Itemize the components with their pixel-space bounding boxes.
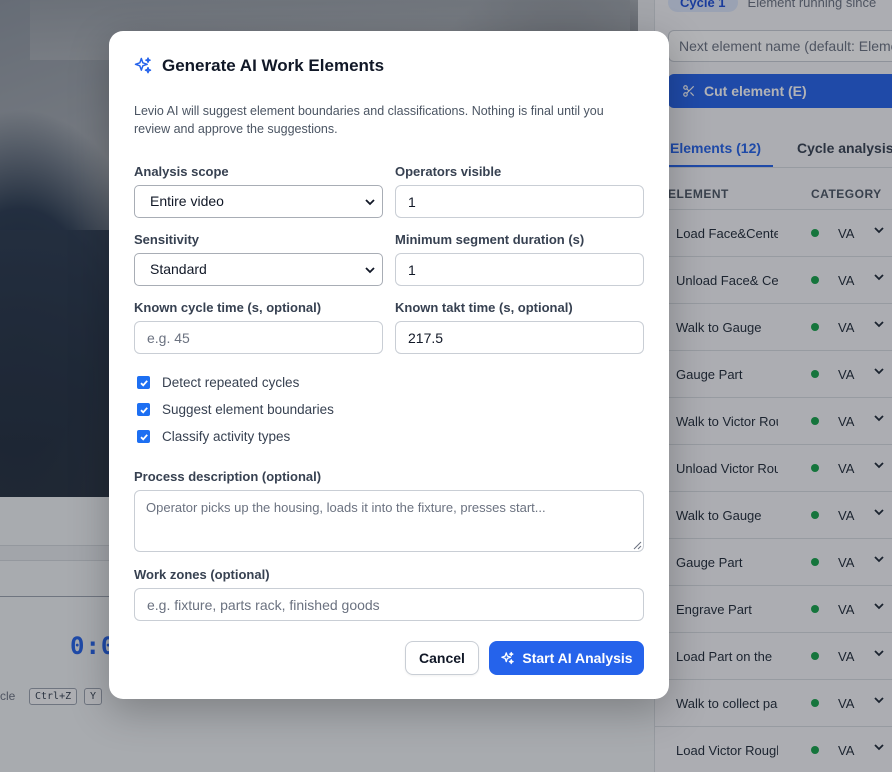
work-zones-label: Work zones (optional) bbox=[134, 567, 270, 582]
generate-ai-dialog: Generate AI Work Elements Levio AI will … bbox=[109, 31, 669, 699]
resize-grip-icon[interactable] bbox=[633, 541, 642, 550]
min-segment-input[interactable] bbox=[395, 253, 644, 286]
dialog-title-text: Generate AI Work Elements bbox=[162, 56, 385, 75]
suggest-boundaries-option[interactable]: Suggest element boundaries bbox=[137, 402, 334, 417]
check-icon bbox=[139, 433, 148, 441]
cancel-button[interactable]: Cancel bbox=[405, 641, 479, 675]
operators-visible-label: Operators visible bbox=[395, 164, 502, 179]
start-ai-analysis-button[interactable]: Start AI Analysis bbox=[489, 641, 644, 675]
analysis-scope-value: Entire video bbox=[150, 193, 224, 209]
cycle-time-label: Known cycle time (s, optional) bbox=[134, 300, 322, 315]
detect-cycles-label: Detect repeated cycles bbox=[162, 375, 300, 390]
detect-cycles-checkbox[interactable] bbox=[137, 376, 150, 389]
sensitivity-select[interactable]: Standard bbox=[134, 253, 383, 286]
sparkles-icon bbox=[501, 651, 515, 664]
dialog-description: Levio AI will suggest element boundaries… bbox=[134, 104, 604, 136]
dialog-title: Generate AI Work Elements bbox=[133, 56, 384, 76]
detect-cycles-option[interactable]: Detect repeated cycles bbox=[137, 375, 299, 390]
classify-activity-option[interactable]: Classify activity types bbox=[137, 429, 290, 444]
analysis-scope-label: Analysis scope bbox=[134, 164, 229, 179]
start-ai-analysis-label: Start AI Analysis bbox=[522, 650, 633, 666]
operators-visible-input[interactable] bbox=[395, 185, 644, 218]
sparkles-icon bbox=[134, 57, 152, 74]
suggest-boundaries-label: Suggest element boundaries bbox=[162, 402, 334, 417]
min-segment-label: Minimum segment duration (s) bbox=[395, 232, 585, 247]
takt-time-label: Known takt time (s, optional) bbox=[395, 300, 573, 315]
takt-time-input[interactable] bbox=[395, 321, 644, 354]
classify-activity-checkbox[interactable] bbox=[137, 430, 150, 443]
classify-activity-label: Classify activity types bbox=[162, 429, 291, 444]
chevron-down-icon bbox=[365, 199, 375, 206]
check-icon bbox=[139, 406, 148, 414]
suggest-boundaries-checkbox[interactable] bbox=[137, 403, 150, 416]
work-zones-input[interactable] bbox=[134, 588, 644, 621]
analysis-scope-select[interactable]: Entire video bbox=[134, 185, 383, 218]
chevron-down-icon bbox=[365, 267, 375, 274]
process-description-label: Process description (optional) bbox=[134, 469, 322, 484]
check-icon bbox=[139, 379, 148, 387]
sensitivity-value: Standard bbox=[150, 261, 207, 277]
sensitivity-label: Sensitivity bbox=[134, 232, 200, 247]
process-description-textarea[interactable] bbox=[134, 490, 644, 552]
cycle-time-input[interactable] bbox=[134, 321, 383, 354]
